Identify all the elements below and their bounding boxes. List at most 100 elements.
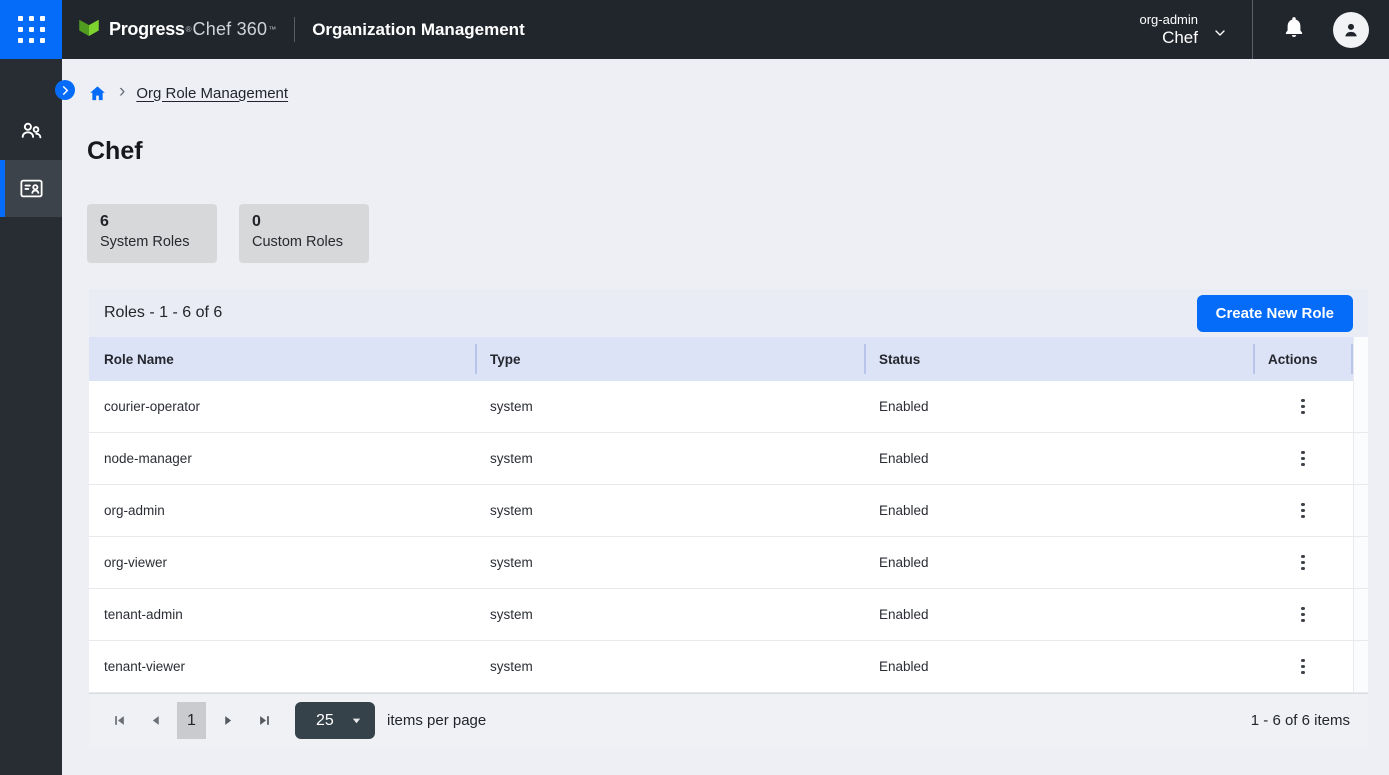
bell-icon [1281,15,1307,41]
cell-status: Enabled [864,485,1253,536]
stat-card: 0 Custom Roles [239,204,369,263]
cell-status: Enabled [864,433,1253,484]
cell-role-name: tenant-admin [89,589,475,640]
chevron-right-icon [60,85,71,96]
row-actions-kebab-button[interactable] [1288,392,1318,422]
account-org: Chef [1139,28,1198,48]
header-divider [1252,0,1253,59]
stat-value: 6 [100,212,204,231]
column-header-actions: Actions [1253,337,1353,381]
cell-status: Enabled [864,537,1253,588]
page-title: Chef [87,137,143,166]
scrollbar-gutter [1353,433,1368,484]
cell-actions [1253,433,1353,484]
role-card-icon [18,175,45,202]
cell-type: system [475,641,864,692]
column-header-status: Status [864,337,1253,381]
first-page-icon [113,714,126,727]
cell-status: Enabled [864,589,1253,640]
progress-logo-icon [76,17,102,43]
app-launcher-button[interactable] [0,0,62,59]
last-page-icon [258,714,271,727]
scrollbar-gutter [1353,537,1368,588]
scrollbar-gutter [1353,337,1368,381]
table-header-row: Role Name Type Status Actions [89,337,1368,381]
stats-cards: 6 System Roles 0 Custom Roles [87,204,369,263]
breadcrumb-separator: › [119,81,125,103]
page-size-value: 25 [316,712,334,730]
scrollbar-gutter [1353,381,1368,432]
stat-card: 6 System Roles [87,204,217,263]
create-new-role-button[interactable]: Create New Role [1197,295,1353,332]
last-page-button[interactable] [249,706,279,736]
account-menu[interactable]: org-admin Chef [1139,12,1198,48]
cell-role-name: tenant-viewer [89,641,475,692]
row-actions-kebab-button[interactable] [1288,444,1318,474]
row-actions-kebab-button[interactable] [1288,548,1318,578]
row-actions-kebab-button[interactable] [1288,600,1318,630]
cell-type: system [475,589,864,640]
app-title: Organization Management [312,20,525,40]
stat-label: Custom Roles [252,233,356,252]
column-header-type: Type [475,337,864,381]
app-header: Progress® Chef 360™ Organization Managem… [0,0,1389,59]
cell-role-name: org-admin [89,485,475,536]
users-icon [18,118,45,145]
page-size-select[interactable]: 25 [295,702,375,739]
kebab-icon [1301,503,1305,507]
scrollbar-gutter [1353,641,1368,692]
roles-table-toolbar: Roles - 1 - 6 of 6 Create New Role [89,289,1368,337]
current-page-indicator[interactable]: 1 [177,702,206,739]
column-header-role-name: Role Name [89,337,475,381]
select-dropdown-icon [351,715,362,726]
scrollbar-gutter [1353,589,1368,640]
kebab-icon [1301,607,1305,611]
table-row: node-manager system Enabled [89,433,1368,485]
row-actions-kebab-button[interactable] [1288,496,1318,526]
stat-label: System Roles [100,233,204,252]
brand-progress-mark: ® [185,25,193,34]
header-divider [294,17,295,42]
profile-button[interactable] [1333,12,1369,48]
cell-type: system [475,433,864,484]
cell-type: system [475,537,864,588]
account-role: org-admin [1139,12,1198,27]
kebab-icon [1301,659,1305,663]
previous-page-button[interactable] [140,706,170,736]
cell-role-name: courier-operator [89,381,475,432]
home-icon[interactable] [88,84,107,103]
table-row: courier-operator system Enabled [89,381,1368,433]
table-row: org-admin system Enabled [89,485,1368,537]
breadcrumb: › Org Role Management [88,81,288,105]
notifications-button[interactable] [1281,15,1307,44]
chevron-down-icon[interactable] [1212,25,1228,41]
kebab-icon [1301,451,1305,455]
kebab-icon [1301,399,1305,403]
next-page-icon [222,714,235,727]
pagination-bar: 1 25 ite [89,693,1368,747]
cell-role-name: node-manager [89,433,475,484]
breadcrumb-link-org-role-management[interactable]: Org Role Management [136,85,288,102]
apps-grid-icon [18,16,45,43]
next-page-button[interactable] [213,706,243,736]
sidebar-item-org-roles[interactable] [0,160,62,217]
sidebar-expand-button[interactable] [55,80,75,100]
sidebar [0,59,62,775]
pagination-summary: 1 - 6 of 6 items [1251,712,1353,729]
cell-actions [1253,381,1353,432]
user-avatar-icon [1340,19,1362,41]
brand-chef360-mark: ™ [267,25,277,34]
scrollbar-gutter [1353,485,1368,536]
roles-table-title: Roles - 1 - 6 of 6 [104,304,222,322]
kebab-icon [1301,555,1305,559]
screen: Progress® Chef 360™ Organization Managem… [0,0,1389,775]
row-actions-kebab-button[interactable] [1288,652,1318,682]
first-page-button[interactable] [104,706,134,736]
brand-logo: Progress® Chef 360™ [76,17,277,43]
cell-status: Enabled [864,381,1253,432]
brand-progress: Progress [109,19,185,40]
cell-role-name: org-viewer [89,537,475,588]
sidebar-item-users[interactable] [0,103,62,160]
main-content: › Org Role Management Chef 6 System Role… [62,59,1389,775]
table-row: tenant-viewer system Enabled [89,641,1368,693]
